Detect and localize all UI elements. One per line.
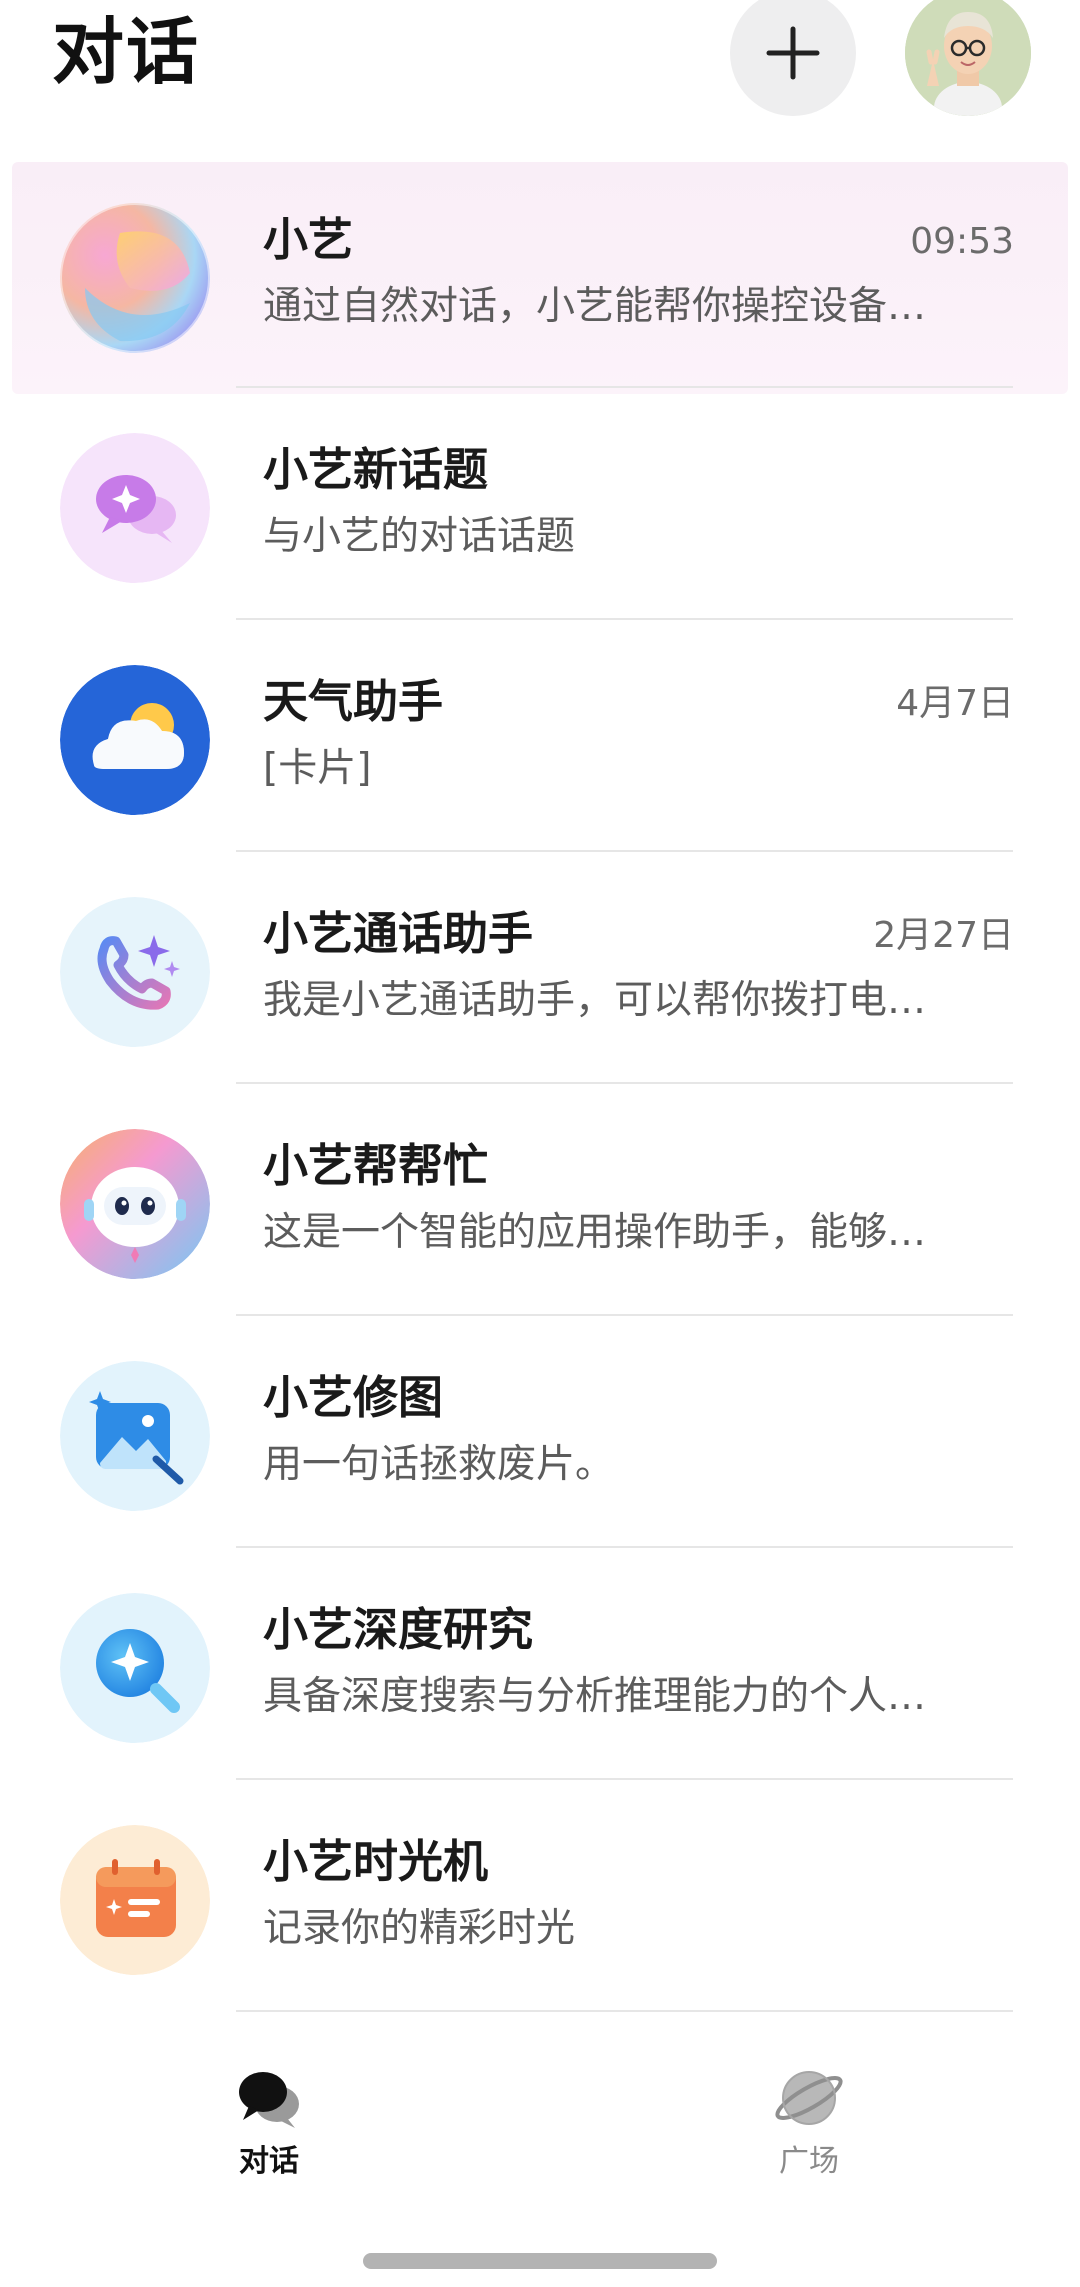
chat-row-helper[interactable]: 小艺帮帮忙 这是一个智能的应用操作助手，能够… (0, 1088, 1080, 1320)
photo-edit-icon (60, 1361, 210, 1511)
user-avatar-icon (905, 0, 1031, 116)
chat-preview: 这是一个智能的应用操作助手，能够… (263, 1210, 927, 1255)
chat-row-deep-research[interactable]: 小艺深度研究 具备深度搜索与分析推理能力的个人… (0, 1552, 1080, 1784)
divider (236, 1546, 1013, 1548)
profile-avatar[interactable] (905, 0, 1031, 116)
chat-preview: 用一句话拯救废片。 (263, 1442, 615, 1487)
chat-preview: [卡片] (263, 746, 372, 791)
divider (236, 618, 1013, 620)
nav-label: 广场 (779, 2144, 839, 2179)
divider (236, 1082, 1013, 1084)
chat-row-weather[interactable]: 天气助手 4月7日 [卡片] (0, 624, 1080, 856)
chat-preview: 记录你的精彩时光 (263, 1906, 576, 1951)
chat-time: 4月7日 (896, 683, 1014, 724)
divider (236, 850, 1013, 852)
phone-sparkle-icon (60, 897, 210, 1047)
plus-icon (766, 26, 820, 80)
chat-name: 小艺时光机 (263, 1835, 489, 1888)
tab-chat[interactable]: 对话 (189, 2064, 349, 2204)
chat-name: 天气助手 (263, 675, 444, 728)
chat-row-call-assistant[interactable]: 小艺通话助手 2月27日 我是小艺通话助手，可以帮你拨打电… (0, 856, 1080, 1088)
robot-mascot-icon (60, 1129, 210, 1279)
planet-icon (775, 2071, 843, 2125)
divider (236, 2010, 1013, 2012)
chat-row-photo-edit[interactable]: 小艺修图 用一句话拯救废片。 (0, 1320, 1080, 1552)
chat-preview: 我是小艺通话助手，可以帮你拨打电… (263, 978, 927, 1023)
chat-name: 小艺修图 (263, 1371, 444, 1424)
chat-name: 小艺帮帮忙 (263, 1139, 489, 1192)
divider (236, 1778, 1013, 1780)
chat-time: 09:53 (910, 221, 1014, 262)
chat-preview: 具备深度搜索与分析推理能力的个人… (263, 1674, 927, 1719)
chat-row-time-machine[interactable]: 小艺时光机 记录你的精彩时光 (0, 1784, 1080, 2016)
weather-cloud-sun-icon (60, 665, 210, 815)
tab-plaza[interactable]: 广场 (729, 2064, 889, 2204)
chat-name: 小艺 (263, 213, 354, 266)
page-title: 对话 (52, 10, 201, 94)
chat-preview: 与小艺的对话话题 (263, 514, 576, 559)
calendar-icon (60, 1825, 210, 1975)
chat-row-new-topic[interactable]: 小艺新话题 与小艺的对话话题 (0, 392, 1080, 624)
chat-name: 小艺通话助手 (263, 907, 534, 960)
header: 对话 (0, 0, 1080, 150)
bottom-nav: 对话 广场 (0, 2040, 1080, 2220)
chat-name: 小艺新话题 (263, 443, 489, 496)
chat-time: 2月27日 (873, 915, 1014, 956)
new-chat-button[interactable] (730, 0, 856, 116)
chat-bubble-sparkle-icon (60, 433, 210, 583)
home-indicator[interactable] (363, 2253, 717, 2269)
chat-preview: 通过自然对话，小艺能帮你操控设备… (263, 284, 927, 329)
divider (236, 386, 1013, 388)
chat-name: 小艺深度研究 (263, 1603, 534, 1656)
chat-row-xiaoyi[interactable]: 小艺 09:53 通过自然对话，小艺能帮你操控设备… (12, 162, 1068, 394)
divider (236, 1314, 1013, 1316)
nav-label: 对话 (239, 2144, 299, 2179)
magnifier-sparkle-icon (60, 1593, 210, 1743)
xiaoyi-orb-icon (60, 203, 210, 353)
chat-bubbles-icon (239, 2072, 299, 2128)
